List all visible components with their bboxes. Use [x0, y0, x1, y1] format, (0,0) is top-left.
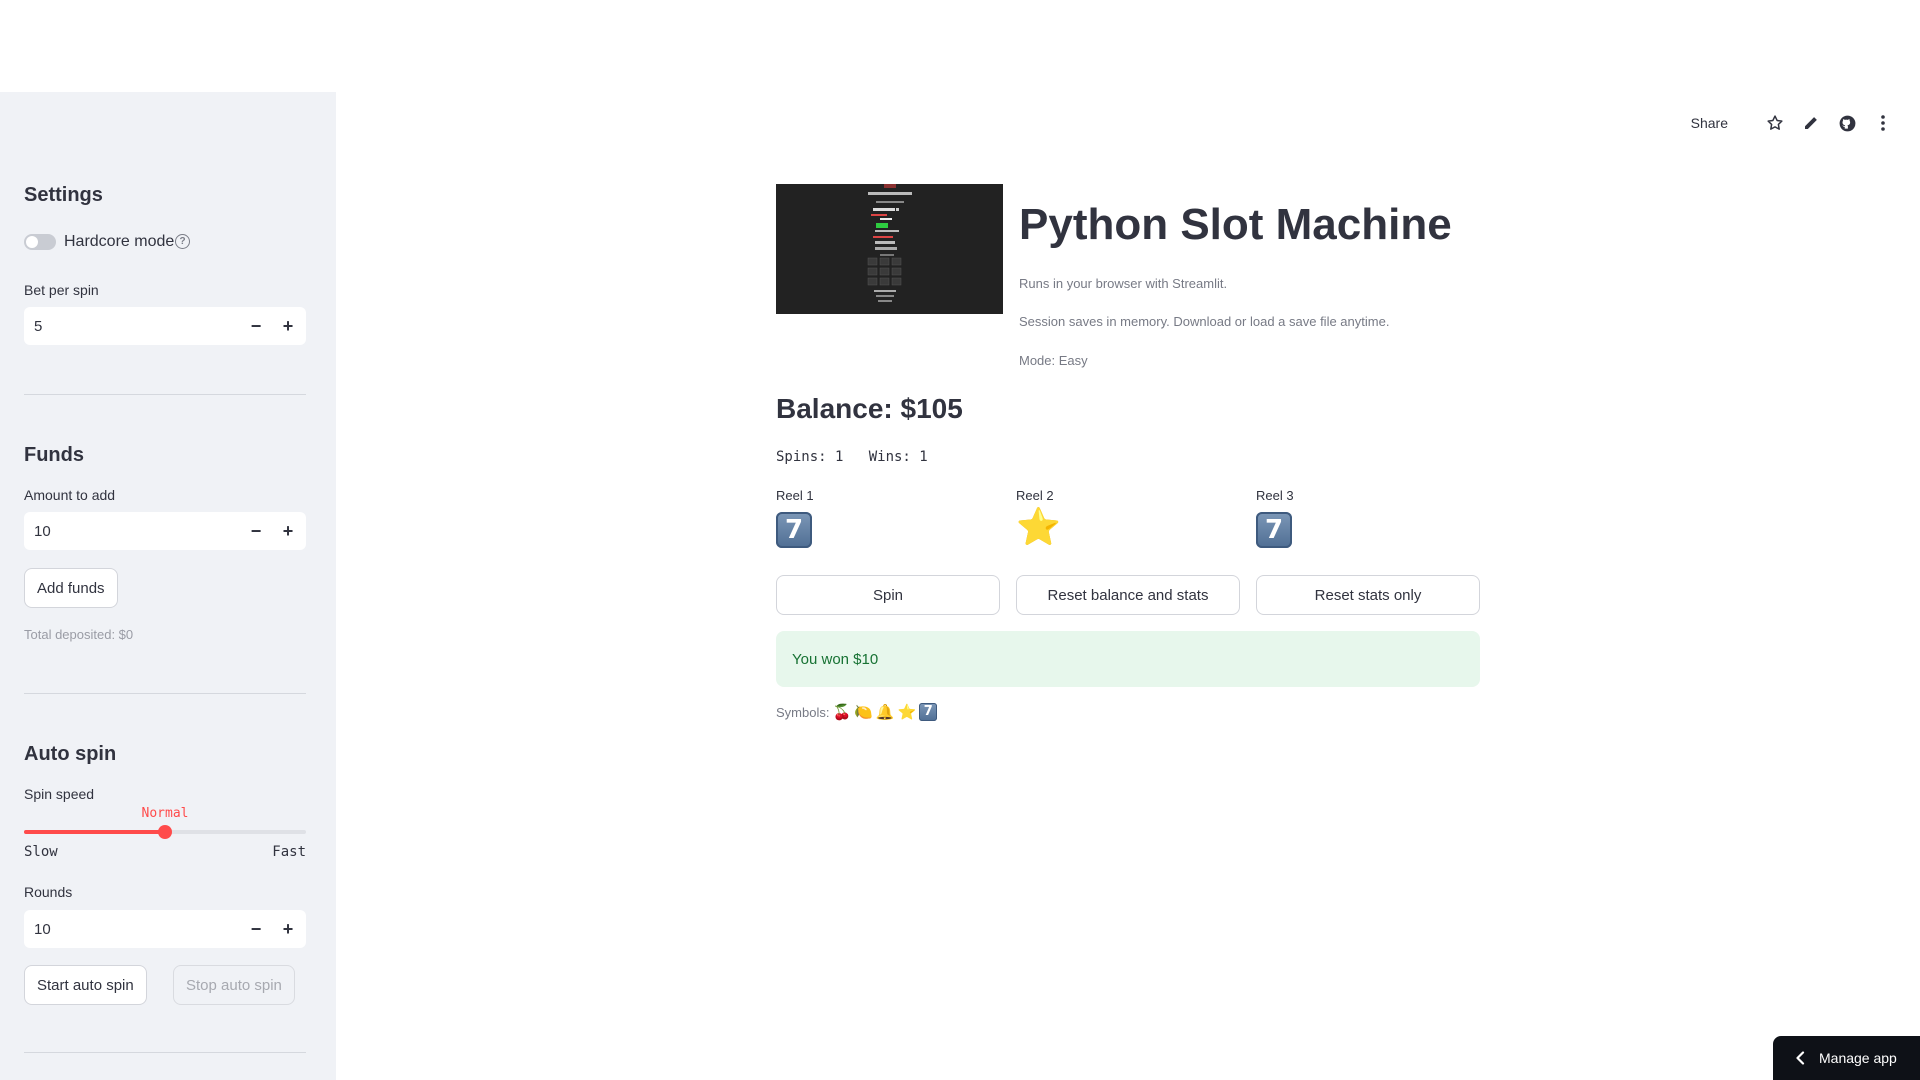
total-deposited: Total deposited: $0	[24, 627, 134, 642]
bet-increment-button[interactable]: +	[272, 307, 304, 345]
speed-slider-thumb[interactable]	[158, 825, 172, 839]
speed-value: Normal	[141, 806, 189, 821]
cherry-icon: 🍒	[832, 704, 852, 721]
reel-1-label: Reel 1	[776, 488, 814, 503]
manage-app-button[interactable]: Manage app	[1773, 1036, 1920, 1080]
start-auto-spin-button[interactable]: Start auto spin	[24, 965, 147, 1005]
spin-button[interactable]: Spin	[776, 575, 1000, 615]
divider	[24, 693, 306, 694]
github-icon[interactable]	[1836, 112, 1858, 134]
seven-icon: 7	[1256, 512, 1292, 548]
speed-slider-fill	[24, 830, 165, 834]
app-screenshot-thumbnail	[776, 184, 1003, 314]
manage-app-label: Manage app	[1819, 1050, 1897, 1066]
autospin-heading: Auto spin	[24, 743, 117, 765]
stats: Spins: 1 Wins: 1	[776, 449, 928, 465]
rounds-label: Rounds	[24, 884, 73, 900]
rounds-increment-button[interactable]: +	[272, 910, 304, 948]
header-toolbar: Share	[1691, 112, 1894, 134]
amount-label: Amount to add	[24, 487, 116, 503]
bet-value[interactable]: 5	[24, 318, 240, 335]
bet-input[interactable]: 5 − +	[24, 307, 306, 345]
bell-icon: 🔔	[875, 704, 895, 721]
star-icon[interactable]	[1764, 112, 1786, 134]
seven-icon: 7	[919, 703, 938, 721]
edit-icon[interactable]	[1800, 112, 1822, 134]
mode-label: Mode: Easy	[1019, 353, 1088, 368]
hardcore-toggle[interactable]	[24, 234, 56, 250]
amount-decrement-button[interactable]: −	[240, 512, 272, 550]
star-icon: ⭐	[1016, 506, 1061, 547]
amount-input[interactable]: 10 − +	[24, 512, 306, 550]
reel-3-label: Reel 3	[1256, 488, 1294, 503]
rounds-input[interactable]: 10 − +	[24, 910, 306, 948]
reel-2: Reel 2 ⭐	[1016, 488, 1236, 545]
bet-label: Bet per spin	[24, 282, 99, 298]
divider	[24, 394, 306, 395]
add-funds-button[interactable]: Add funds	[24, 568, 118, 608]
share-button[interactable]: Share	[1691, 115, 1728, 131]
reel-3: Reel 3 7	[1256, 488, 1476, 548]
reset-balance-button[interactable]: Reset balance and stats	[1016, 575, 1240, 615]
lemon-icon: 🍋	[854, 704, 873, 721]
seven-icon: 7	[776, 512, 812, 548]
speed-max: Fast	[272, 844, 306, 860]
help-icon[interactable]: ?	[175, 234, 190, 249]
amount-increment-button[interactable]: +	[272, 512, 304, 550]
bet-decrement-button[interactable]: −	[240, 307, 272, 345]
star-icon: ⭐	[897, 704, 917, 721]
reel-2-label: Reel 2	[1016, 488, 1054, 503]
funds-heading: Funds	[24, 444, 84, 466]
result-alert: You won $10	[776, 631, 1480, 687]
amount-value[interactable]: 10	[24, 523, 240, 540]
reset-stats-button[interactable]: Reset stats only	[1256, 575, 1480, 615]
page-title: Python Slot Machine	[1019, 200, 1452, 249]
symbols-legend: Symbols: 🍒 🍋 🔔 ⭐ 7	[776, 703, 938, 721]
speed-slider[interactable]	[24, 825, 306, 839]
rounds-value[interactable]: 10	[24, 921, 240, 938]
sidebar: Settings Hardcore mode ? Bet per spin 5 …	[0, 92, 336, 1080]
stop-auto-spin-button[interactable]: Stop auto spin	[173, 965, 295, 1005]
symbols-label: Symbols:	[776, 704, 830, 720]
balance: Balance: $105	[776, 393, 963, 424]
more-options-icon[interactable]	[1872, 112, 1894, 134]
divider	[24, 1052, 306, 1053]
speed-label: Spin speed	[24, 786, 95, 802]
speed-min: Slow	[24, 844, 58, 860]
caption-session: Session saves in memory. Download or loa…	[1019, 314, 1390, 329]
rounds-decrement-button[interactable]: −	[240, 910, 272, 948]
settings-heading: Settings	[24, 184, 103, 206]
hardcore-label: Hardcore mode	[64, 233, 175, 250]
reel-1: Reel 1 7	[776, 488, 996, 548]
result-text: You won $10	[792, 650, 879, 668]
chevron-left-icon	[1795, 1051, 1805, 1065]
caption-runs: Runs in your browser with Streamlit.	[1019, 276, 1228, 291]
